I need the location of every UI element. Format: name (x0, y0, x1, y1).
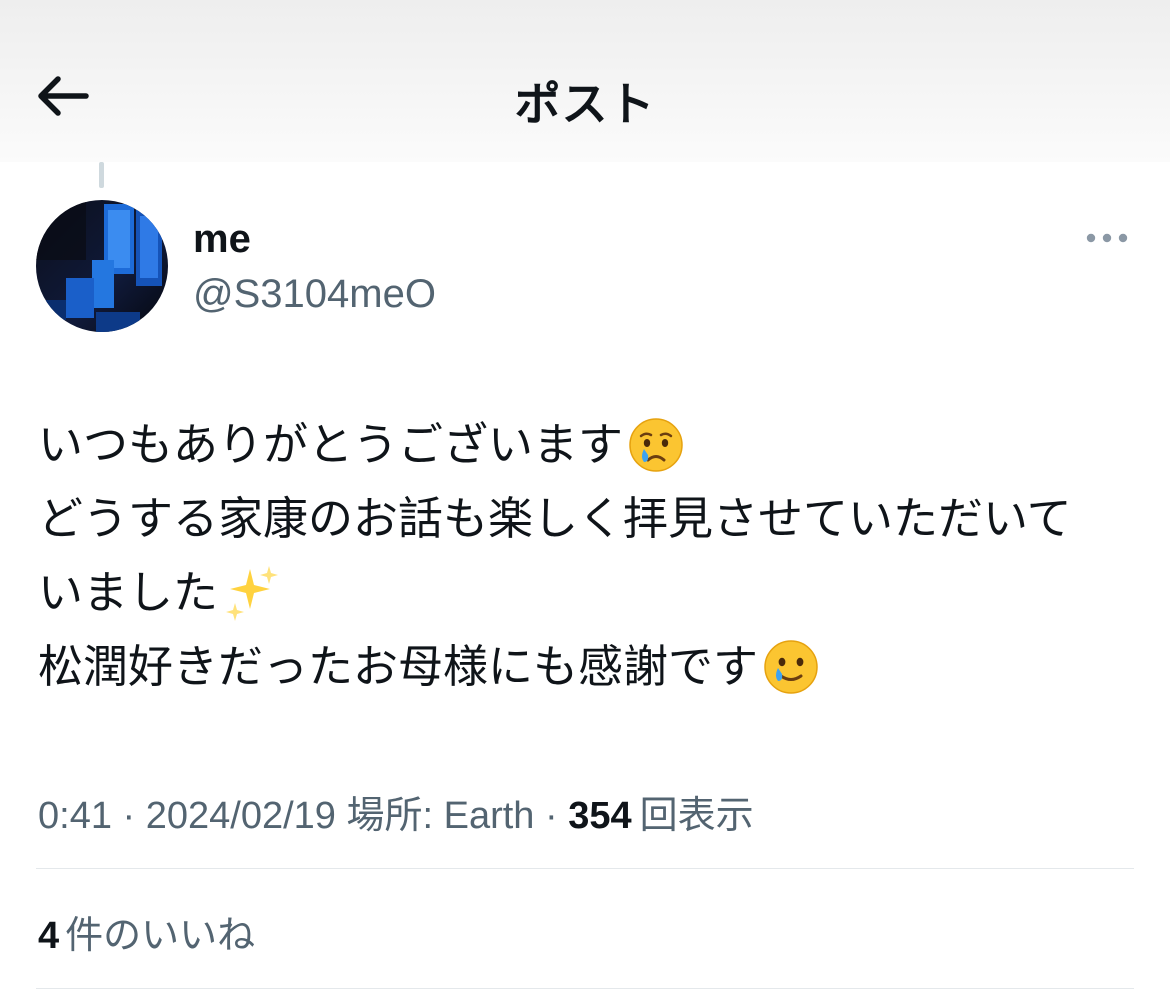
post-text-line: いました (38, 556, 1148, 630)
likes-link[interactable]: 4 件のいいね (38, 904, 255, 959)
likes-count: 4 (38, 915, 60, 957)
meta-separator: · (534, 795, 569, 837)
post-text: いつもありがとうございます どうする家康のお話も楽しく拝見させていただいて いま… (38, 408, 1148, 704)
post-location: 場所: Earth (346, 795, 535, 837)
nav-bar: ポスト (0, 0, 1170, 162)
crying-face-icon (627, 416, 685, 474)
more-horizontal-icon (1085, 231, 1129, 249)
likes-label: 件のいいね (65, 915, 256, 957)
post-meta: 0:41 · 2024/02/19 場所: Earth · 354 回表示 (38, 784, 754, 839)
divider (36, 988, 1134, 989)
more-options-button[interactable] (1080, 224, 1134, 256)
views-count: 354 (568, 795, 632, 837)
post-text-line-2: どうする家康のお話も楽しく拝見させていただいて (38, 493, 1072, 544)
post-text-line-3: いました (38, 567, 219, 618)
thread-connector-line (99, 162, 104, 188)
post-text-line-4: 松潤好きだったお母様にも感謝です (38, 641, 759, 692)
avatar[interactable] (36, 200, 168, 332)
post-text-line: いつもありがとうございます (38, 408, 1148, 482)
post-text-line: どうする家康のお話も楽しく拝見させていただいて (38, 482, 1148, 556)
author-display-name[interactable]: me (193, 217, 251, 262)
divider (36, 868, 1134, 869)
meta-separator: · (111, 795, 146, 837)
face-holding-back-tears-icon (762, 638, 820, 696)
author-handle[interactable]: @S3104meO (193, 272, 436, 317)
views-label: 回表示 (639, 795, 754, 837)
post-time[interactable]: 0:41 (38, 795, 112, 837)
page-title: ポスト (514, 78, 656, 130)
post-text-line-1: いつもありがとうございます (38, 419, 624, 470)
post-detail-screen: ポスト me @S3104meO いつもありがとうございます どうする家康のお話… (0, 0, 1170, 997)
sparkles-icon (222, 563, 282, 623)
post-text-line: 松潤好きだったお母様にも感謝です (38, 630, 1148, 704)
post-date[interactable]: 2024/02/19 (146, 795, 336, 837)
